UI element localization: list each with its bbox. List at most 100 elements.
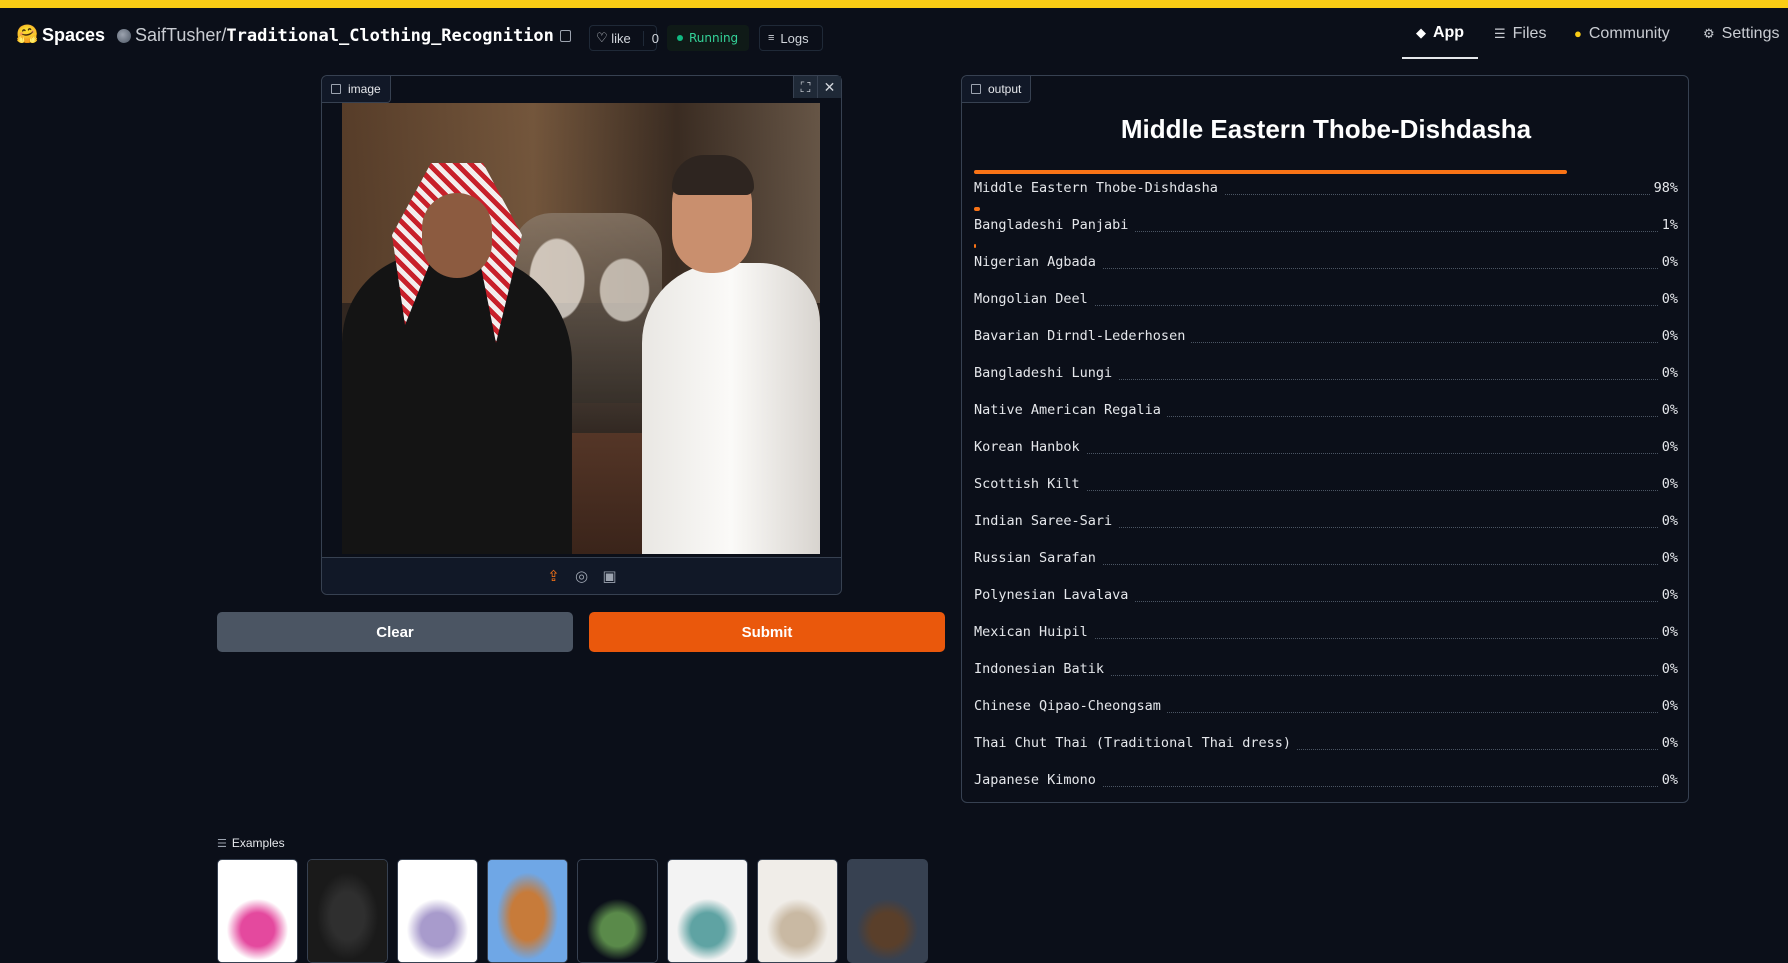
confidence-row: Bangladeshi Lungi 0% bbox=[974, 355, 1678, 392]
spaces-link[interactable]: Spaces bbox=[42, 25, 105, 46]
confidence-value: 0% bbox=[1657, 550, 1678, 566]
examples-heading: ☰ Examples bbox=[217, 836, 285, 850]
confidence-label: Polynesian Lavalava bbox=[974, 587, 1135, 603]
confidence-row: Indonesian Batik 0% bbox=[974, 651, 1678, 688]
tab-app[interactable]: ◆ App bbox=[1402, 8, 1478, 59]
confidence-row: Bavarian Dirndl-Lederhosen 0% bbox=[974, 318, 1678, 355]
output-panel: output Middle Eastern Thobe-Dishdasha Mi… bbox=[961, 75, 1689, 803]
confidence-value: 0% bbox=[1657, 439, 1678, 455]
examples-gallery bbox=[217, 859, 928, 963]
avatar bbox=[117, 28, 131, 43]
confidence-value: 0% bbox=[1657, 476, 1678, 492]
clear-button[interactable]: Clear bbox=[217, 612, 573, 652]
example-thumbnail[interactable] bbox=[847, 859, 928, 963]
image-source-bar: ⇪ ◎ ▣ bbox=[322, 557, 841, 594]
example-thumbnail[interactable] bbox=[307, 859, 388, 963]
clipboard-icon[interactable]: ▣ bbox=[601, 567, 619, 585]
confidence-label: Scottish Kilt bbox=[974, 476, 1086, 492]
confidence-value: 0% bbox=[1657, 735, 1678, 751]
example-image bbox=[488, 860, 567, 962]
image-input-panel: image ⛶ ✕ ⇪ ◎ ▣ bbox=[321, 75, 842, 595]
gear-icon: ⚙ bbox=[1703, 25, 1715, 41]
confidence-bar bbox=[974, 207, 981, 211]
tab-settings[interactable]: ⚙ Settings bbox=[1703, 8, 1779, 59]
confidence-row: Indian Saree-Sari 0% bbox=[974, 503, 1678, 540]
confidence-label: Japanese Kimono bbox=[974, 772, 1102, 788]
tab-settings-label: Settings bbox=[1721, 24, 1780, 42]
confidence-value: 0% bbox=[1657, 365, 1678, 381]
confidence-row: Mexican Huipil 0% bbox=[974, 614, 1678, 651]
tab-app-label: App bbox=[1432, 23, 1465, 41]
logs-button[interactable]: ≡ Logs bbox=[759, 25, 823, 51]
confidence-label: Mexican Huipil bbox=[974, 624, 1094, 640]
confidence-label: Indian Saree-Sari bbox=[974, 513, 1119, 529]
confidence-row: Chinese Qipao-Cheongsam 0% bbox=[974, 688, 1678, 725]
tab-files-label: Files bbox=[1512, 24, 1547, 42]
example-thumbnail[interactable] bbox=[487, 859, 568, 963]
example-image bbox=[398, 890, 477, 962]
repo-name-link[interactable]: Traditional_Clothing_Recognition bbox=[226, 26, 554, 46]
confidence-list: Middle Eastern Thobe-Dishdasha 98% Banglad… bbox=[974, 170, 1678, 799]
cube-icon: ◆ bbox=[1415, 24, 1426, 40]
confidence-value: 0% bbox=[1657, 772, 1678, 788]
example-image bbox=[848, 890, 927, 962]
image-label: image bbox=[322, 76, 391, 103]
status-text: Running bbox=[689, 31, 739, 45]
confidence-label: Russian Sarafan bbox=[974, 550, 1102, 566]
confidence-row: Nigerian Agbada 0% bbox=[974, 244, 1678, 281]
submit-button[interactable]: Submit bbox=[589, 612, 945, 652]
image-toolbar: ⛶ ✕ bbox=[793, 76, 841, 98]
confidence-row: Korean Hanbok 0% bbox=[974, 429, 1678, 466]
confidence-value: 0% bbox=[1657, 254, 1678, 270]
confidence-value: 0% bbox=[1657, 402, 1678, 418]
tab-files[interactable]: ☰ Files bbox=[1494, 8, 1546, 59]
like-label: like bbox=[611, 30, 631, 46]
tab-community[interactable]: ● Community bbox=[1574, 8, 1670, 59]
community-icon: ● bbox=[1574, 26, 1582, 41]
label-icon bbox=[971, 84, 981, 94]
confidence-label: Chinese Qipao-Cheongsam bbox=[974, 698, 1167, 714]
huggingface-logo-icon[interactable]: 🤗 bbox=[16, 24, 38, 44]
confidence-label: Bavarian Dirndl-Lederhosen bbox=[974, 328, 1192, 344]
confidence-value: 0% bbox=[1657, 698, 1678, 714]
confidence-row: Native American Regalia 0% bbox=[974, 392, 1678, 429]
example-image bbox=[308, 860, 387, 962]
example-thumbnail[interactable] bbox=[577, 859, 658, 963]
confidence-label: Native American Regalia bbox=[974, 402, 1167, 418]
example-thumbnail[interactable] bbox=[667, 859, 748, 963]
example-thumbnail[interactable] bbox=[757, 859, 838, 963]
confidence-row: Japanese Kimono 0% bbox=[974, 762, 1678, 799]
example-thumbnail[interactable] bbox=[217, 859, 298, 963]
close-icon[interactable]: ✕ bbox=[817, 76, 841, 98]
upload-icon[interactable]: ⇪ bbox=[545, 567, 563, 585]
confidence-row: Thai Chut Thai (Traditional Thai dress) 0… bbox=[974, 725, 1678, 762]
copy-icon[interactable] bbox=[560, 30, 571, 42]
confidence-value: 1% bbox=[1657, 217, 1678, 233]
confidence-label: Mongolian Deel bbox=[974, 291, 1094, 307]
repo-breadcrumb: SaifTusher/ Traditional_Clothing_Recogni… bbox=[117, 25, 554, 46]
output-label-text: output bbox=[988, 82, 1022, 96]
confidence-label: Middle Eastern Thobe-Dishdasha bbox=[974, 180, 1224, 196]
logs-icon: ≡ bbox=[768, 32, 775, 44]
fullscreen-icon[interactable]: ⛶ bbox=[793, 76, 817, 98]
top-prediction: Middle Eastern Thobe-Dishdasha bbox=[1120, 114, 1532, 144]
repo-owner-link[interactable]: SaifTusher/ bbox=[135, 25, 226, 46]
confidence-value: 0% bbox=[1657, 328, 1678, 344]
like-button[interactable]: ♡ like 0 bbox=[589, 25, 659, 51]
list-icon: ☰ bbox=[217, 837, 227, 850]
confidence-value: 0% bbox=[1657, 291, 1678, 307]
output-label: output bbox=[962, 76, 1032, 103]
webcam-icon[interactable]: ◎ bbox=[573, 567, 591, 585]
confidence-value: 0% bbox=[1657, 661, 1678, 677]
uploaded-image bbox=[342, 103, 820, 554]
confidence-row: Russian Sarafan 0% bbox=[974, 540, 1678, 577]
example-image bbox=[218, 890, 297, 962]
logs-label: Logs bbox=[780, 30, 809, 46]
example-image bbox=[668, 890, 747, 962]
confidence-row: Polynesian Lavalava 0% bbox=[974, 577, 1678, 614]
tab-community-label: Community bbox=[1588, 24, 1670, 42]
confidence-row: Middle Eastern Thobe-Dishdasha 98% bbox=[974, 170, 1678, 207]
confidence-row: Scottish Kilt 0% bbox=[974, 466, 1678, 503]
confidence-label: Korean Hanbok bbox=[974, 439, 1086, 455]
example-thumbnail[interactable] bbox=[397, 859, 478, 963]
